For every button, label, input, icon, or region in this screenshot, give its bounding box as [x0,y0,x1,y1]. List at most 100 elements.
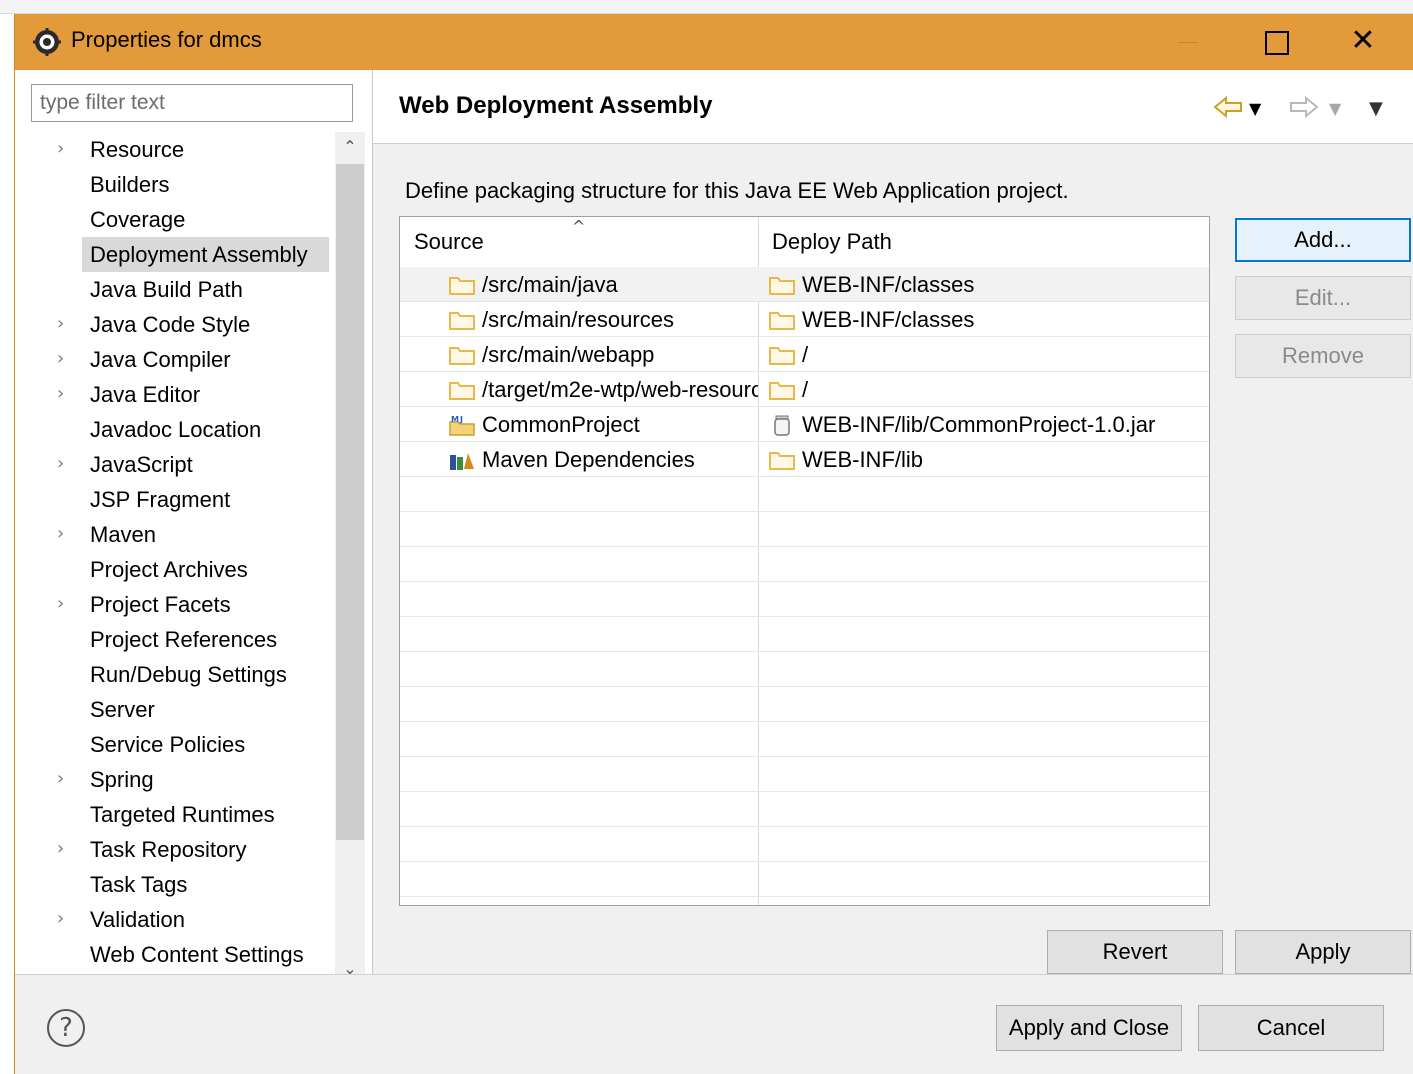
properties-page: Web Deployment Assembly ▼ ▼ ▼ Define pac… [373,70,1413,974]
forward-arrow-icon[interactable] [1289,96,1319,118]
deploy-cell: WEB-INF/classes [768,302,974,337]
minimize-button[interactable] [1160,14,1216,70]
tree-item-label: Coverage [90,207,186,232]
table-row[interactable] [400,512,1209,547]
remove-button[interactable]: Remove [1235,334,1411,378]
expand-chevron-icon[interactable]: › [57,523,64,544]
tree-item[interactable]: › Java Compiler [29,342,334,377]
back-dropdown-icon[interactable]: ▼ [1249,94,1261,124]
expand-chevron-icon[interactable]: › [57,593,64,614]
table-row[interactable] [400,652,1209,687]
table-row[interactable]: /src/main/webapp / [400,337,1209,372]
property-tree: Web Content Settings › Validation Task Tags… [29,132,369,984]
tree-item[interactable]: Run/Debug Settings [29,657,334,692]
table-row[interactable]: /target/m2e-wtp/web-resources / [400,372,1209,407]
scroll-up-arrow-icon[interactable]: ⌃ [335,132,365,162]
expand-chevron-icon[interactable]: › [57,348,64,369]
column-header-deploy-path[interactable]: Deploy Path [772,229,892,255]
tree-item[interactable]: › Resource [29,132,334,167]
expand-chevron-icon[interactable]: › [57,313,64,334]
tree-item[interactable]: Service Policies [29,727,334,762]
expand-chevron-icon[interactable]: › [57,838,64,859]
expand-chevron-icon[interactable]: › [57,908,64,929]
source-cell: /src/main/java [448,267,758,302]
revert-button[interactable]: Revert [1047,930,1223,974]
tree-item-label: Project Archives [90,557,248,582]
library-icon [448,449,476,471]
apply-and-close-button[interactable]: Apply and Close [996,1005,1182,1051]
view-menu-icon[interactable]: ▼ [1369,94,1383,124]
scrollbar-thumb[interactable] [336,164,364,840]
svg-text:J: J [459,415,463,424]
column-header-source[interactable]: Source [414,229,484,255]
source-path: /src/main/webapp [482,341,655,367]
tree-item[interactable]: › Maven [29,517,334,552]
table-row[interactable]: M J CommonProject WEB-INF/lib/CommonProject… [400,407,1209,442]
table-header: ^ Source Deploy Path [400,217,1209,267]
tree-item[interactable]: Deployment Assembly [29,237,334,272]
source-path: CommonProject [482,411,640,437]
tree-item[interactable]: › Java Code Style [29,307,334,342]
tree-item[interactable]: Targeted Runtimes [29,797,334,832]
expand-chevron-icon[interactable]: › [57,453,64,474]
tree-item[interactable]: › Task Repository [29,832,334,867]
table-row[interactable] [400,582,1209,617]
tree-scrollbar[interactable]: ⌃ ⌄ [335,132,365,984]
title-bar[interactable]: Properties for dmcs ✕ [15,14,1413,70]
tree-item[interactable]: Java Build Path [29,272,334,307]
tree-item[interactable]: › Validation [29,902,334,937]
tree-item[interactable]: JSP Fragment [29,482,334,517]
tree-item-label: Targeted Runtimes [90,802,275,827]
cancel-button[interactable]: Cancel [1198,1005,1384,1051]
folder-icon [768,309,796,331]
table-row[interactable] [400,757,1209,792]
forward-dropdown-icon[interactable]: ▼ [1329,94,1341,124]
tree-item-label: Server [90,697,155,722]
tree-item[interactable]: Task Tags [29,867,334,902]
table-row[interactable] [400,617,1209,652]
expand-chevron-icon[interactable]: › [57,138,64,159]
deploy-path: / [802,341,809,367]
source-cell: M J CommonProject [448,407,758,442]
table-row[interactable] [400,477,1209,512]
tree-item[interactable]: Project References [29,622,334,657]
tree-item[interactable]: › Java Editor [29,377,334,412]
table-row[interactable] [400,827,1209,862]
table-row[interactable] [400,547,1209,582]
tree-item-label: Spring [90,767,154,792]
tree-item-label: JavaScript [90,452,193,477]
expand-chevron-icon[interactable]: › [57,768,64,789]
edit-button[interactable]: Edit... [1235,276,1411,320]
filter-input[interactable] [31,84,353,122]
eclipse-gear-icon [33,28,61,56]
folder-icon [448,379,476,401]
tree-item[interactable]: Builders [29,167,334,202]
tree-item-label: Java Code Style [90,312,251,337]
table-row[interactable] [400,687,1209,722]
tree-item-label: Resource [90,137,185,162]
add-button[interactable]: Add... [1235,218,1411,262]
table-row[interactable]: Maven Dependencies WEB-INF/lib [400,442,1209,477]
close-button[interactable]: ✕ [1335,14,1391,70]
table-row[interactable]: /src/main/java WEB-INF/classes [400,267,1209,302]
tree-item[interactable]: › Spring [29,762,334,797]
back-arrow-icon[interactable] [1213,96,1243,118]
folder-icon [768,274,796,296]
tree-item[interactable]: Server [29,692,334,727]
table-row[interactable] [400,862,1209,897]
tree-item[interactable]: Web Content Settings [29,937,334,972]
table-row[interactable]: /src/main/resources WEB-INF/classes [400,302,1209,337]
tree-item[interactable]: Coverage [29,202,334,237]
expand-chevron-icon[interactable]: › [57,383,64,404]
table-row[interactable] [400,722,1209,757]
maximize-button[interactable] [1247,14,1303,70]
tree-item-label: Deployment Assembly [90,242,308,267]
tree-item[interactable]: Javadoc Location [29,412,334,447]
tree-item[interactable]: Project Archives [29,552,334,587]
tree-item[interactable]: › Project Facets [29,587,334,622]
help-icon[interactable]: ? [47,1009,85,1047]
deploy-cell: / [768,337,808,372]
apply-button[interactable]: Apply [1235,930,1411,974]
tree-item[interactable]: › JavaScript [29,447,334,482]
table-row[interactable] [400,792,1209,827]
